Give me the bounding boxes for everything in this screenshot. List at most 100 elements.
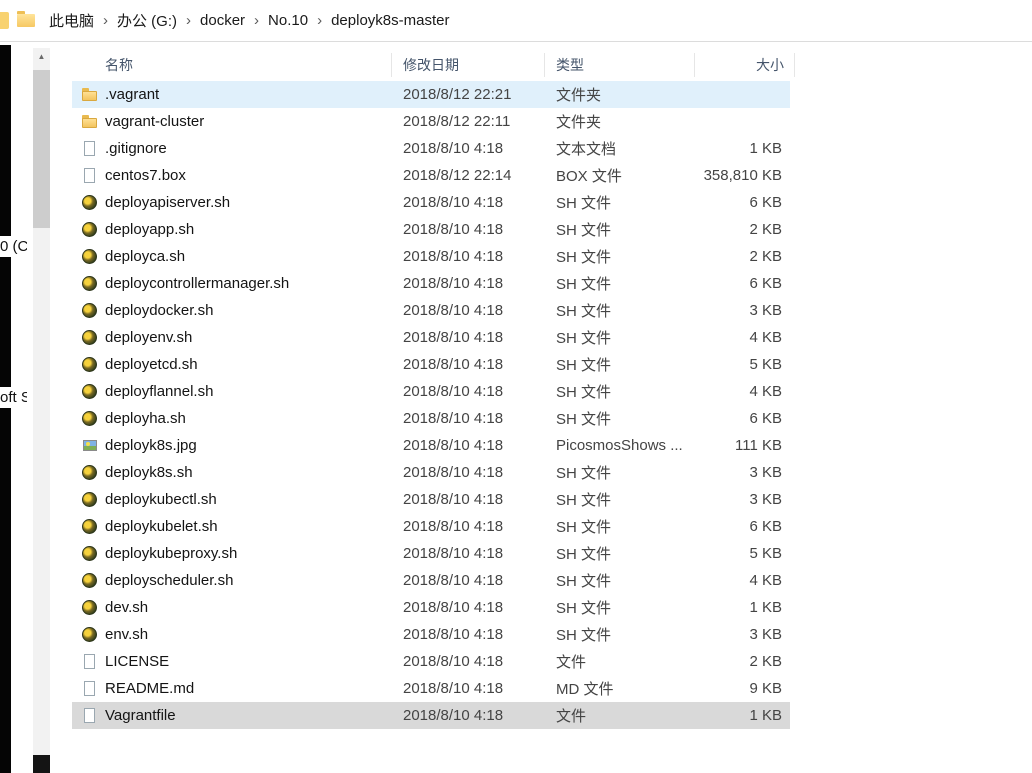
scrollbar-corner [33, 755, 50, 773]
sidebar-scrollbar[interactable]: ▲ [33, 48, 50, 755]
file-name-cell: .vagrant [72, 86, 392, 103]
file-size-cell: 4 KB [749, 329, 782, 346]
file-icon [82, 653, 98, 670]
column-headers: 名称 修改日期 类型 大小 [68, 48, 808, 81]
sidebar-item-fragment[interactable]: 0 (C [0, 236, 27, 257]
file-size-cell: 6 KB [749, 410, 782, 427]
file-name-cell: deployha.sh [72, 410, 392, 427]
breadcrumb-item[interactable]: docker [194, 9, 251, 32]
file-name: .gitignore [105, 140, 167, 157]
file-row[interactable]: deployk8s.jpg 2018/8/10 4:18 PicosmosShows… [72, 432, 790, 459]
shell-script-icon [82, 356, 98, 373]
shell-script-icon [82, 464, 98, 481]
file-row[interactable]: deployha.sh 2018/8/10 4:18 SH 文件 6 KB [72, 405, 790, 432]
file-name-cell: .gitignore [72, 140, 392, 157]
file-row[interactable]: deploykubelet.sh 2018/8/10 4:18 SH 文件 6 KB [72, 513, 790, 540]
shell-script-icon [82, 572, 98, 589]
shell-script-icon [82, 545, 98, 562]
file-name-cell: LICENSE [72, 653, 392, 670]
file-type-cell: SH 文件 [556, 411, 612, 428]
file-type-cell: 文件 [556, 708, 587, 725]
file-name-cell: deployca.sh [72, 248, 392, 265]
file-name: deploycontrollermanager.sh [105, 275, 290, 292]
file-row[interactable]: deployetcd.sh 2018/8/10 4:18 SH 文件 5 KB [72, 351, 790, 378]
file-name: deployscheduler.sh [105, 572, 234, 589]
shell-script-icon [82, 248, 98, 265]
column-header-name[interactable]: 名称 [68, 52, 392, 77]
file-row[interactable]: centos7.box 2018/8/12 22:14 BOX 文件 358,810 … [72, 162, 790, 189]
breadcrumb-item[interactable]: 此电脑 [43, 7, 100, 34]
file-row[interactable]: README.md 2018/8/10 4:18 MD 文件 9 KB [72, 675, 790, 702]
file-type-cell: PicosmosShows ... [556, 437, 683, 454]
file-size-cell: 3 KB [749, 464, 782, 481]
file-type-cell: 文件 [556, 654, 587, 671]
file-row[interactable]: deployenv.sh 2018/8/10 4:18 SH 文件 4 KB [72, 324, 790, 351]
date-modified-cell: 2018/8/10 4:18 [403, 680, 504, 697]
file-row[interactable]: .gitignore 2018/8/10 4:18 文本文档 1 KB [72, 135, 790, 162]
column-header-date[interactable]: 修改日期 [392, 52, 545, 77]
file-row[interactable]: deployflannel.sh 2018/8/10 4:18 SH 文件 4 KB [72, 378, 790, 405]
file-row[interactable]: deployapiserver.sh 2018/8/10 4:18 SH 文件 6 K… [72, 189, 790, 216]
sidebar-item-fragment[interactable]: oft S [0, 387, 27, 408]
folder-icon [82, 114, 98, 130]
file-type-cell: SH 文件 [556, 249, 612, 266]
file-name: deploydocker.sh [105, 302, 214, 319]
folder-icon [17, 11, 35, 27]
file-name-cell: deployenv.sh [72, 329, 392, 346]
date-modified-cell: 2018/8/10 4:18 [403, 194, 504, 211]
file-size-cell: 2 KB [749, 653, 782, 670]
file-name: .vagrant [105, 86, 160, 103]
file-row[interactable]: vagrant-cluster 2018/8/12 22:11 文件夹 [72, 108, 790, 135]
shell-script-icon [82, 518, 98, 535]
column-header-type[interactable]: 类型 [545, 52, 695, 77]
breadcrumb-item[interactable]: 办公 (G:) [111, 7, 183, 34]
file-size-cell: 1 KB [749, 707, 782, 724]
file-type-cell: MD 文件 [556, 681, 614, 698]
scroll-up-icon[interactable]: ▲ [33, 48, 50, 65]
shell-script-icon [82, 491, 98, 508]
file-row[interactable]: deployca.sh 2018/8/10 4:18 SH 文件 2 KB [72, 243, 790, 270]
file-type-cell: SH 文件 [556, 465, 612, 482]
date-modified-cell: 2018/8/10 4:18 [403, 356, 504, 373]
file-row[interactable]: deployapp.sh 2018/8/10 4:18 SH 文件 2 KB [72, 216, 790, 243]
file-name: deployflannel.sh [105, 383, 214, 400]
file-row[interactable]: deployscheduler.sh 2018/8/10 4:18 SH 文件 4 K… [72, 567, 790, 594]
file-row[interactable]: deploykubeproxy.sh 2018/8/10 4:18 SH 文件 5 K… [72, 540, 790, 567]
file-name-cell: deployk8s.sh [72, 464, 392, 481]
file-type-cell: SH 文件 [556, 357, 612, 374]
file-name: LICENSE [105, 653, 170, 670]
file-name-cell: deploycontrollermanager.sh [72, 275, 392, 292]
date-modified-cell: 2018/8/10 4:18 [403, 707, 504, 724]
file-row[interactable]: deploydocker.sh 2018/8/10 4:18 SH 文件 3 KB [72, 297, 790, 324]
file-row[interactable]: dev.sh 2018/8/10 4:18 SH 文件 1 KB [72, 594, 790, 621]
file-row[interactable]: deploycontrollermanager.sh 2018/8/10 4:18… [72, 270, 790, 297]
file-name-cell: Vagrantfile [72, 707, 392, 724]
text-file-icon [82, 140, 98, 157]
file-type-cell: SH 文件 [556, 384, 612, 401]
file-name-cell: deployapp.sh [72, 221, 392, 238]
file-size-cell: 9 KB [749, 680, 782, 697]
main-region: 0 (C oft S ▲ 名称 修改日期 类型 大小 .vagrant 2018/… [0, 42, 1032, 773]
column-header-size[interactable]: 大小 [695, 52, 795, 77]
date-modified-cell: 2018/8/10 4:18 [403, 572, 504, 589]
file-name-cell: vagrant-cluster [72, 113, 392, 130]
file-name-cell: deployapiserver.sh [72, 194, 392, 211]
scrollbar-thumb[interactable] [33, 70, 50, 228]
file-name: deployk8s.jpg [105, 437, 197, 454]
file-row[interactable]: deployk8s.sh 2018/8/10 4:18 SH 文件 3 KB [72, 459, 790, 486]
date-modified-cell: 2018/8/10 4:18 [403, 275, 504, 292]
file-type-cell: SH 文件 [556, 330, 612, 347]
shell-script-icon [82, 383, 98, 400]
file-row[interactable]: .vagrant 2018/8/12 22:21 文件夹 [72, 81, 790, 108]
file-row[interactable]: env.sh 2018/8/10 4:18 SH 文件 3 KB [72, 621, 790, 648]
file-name-cell: env.sh [72, 626, 392, 643]
file-rows: .vagrant 2018/8/12 22:21 文件夹 vagrant-cluste… [72, 81, 808, 729]
shell-script-icon [82, 626, 98, 643]
file-row[interactable]: deploykubectl.sh 2018/8/10 4:18 SH 文件 3 KB [72, 486, 790, 513]
file-name: deployk8s.sh [105, 464, 193, 481]
file-row[interactable]: LICENSE 2018/8/10 4:18 文件 2 KB [72, 648, 790, 675]
breadcrumb-item[interactable]: No.10 [262, 9, 314, 32]
address-bar: 此电脑 › 办公 (G:) › docker › No.10 › deployk8s-maste… [0, 0, 1032, 42]
breadcrumb-item[interactable]: deployk8s-master [325, 9, 455, 32]
file-row[interactable]: Vagrantfile 2018/8/10 4:18 文件 1 KB [72, 702, 790, 729]
